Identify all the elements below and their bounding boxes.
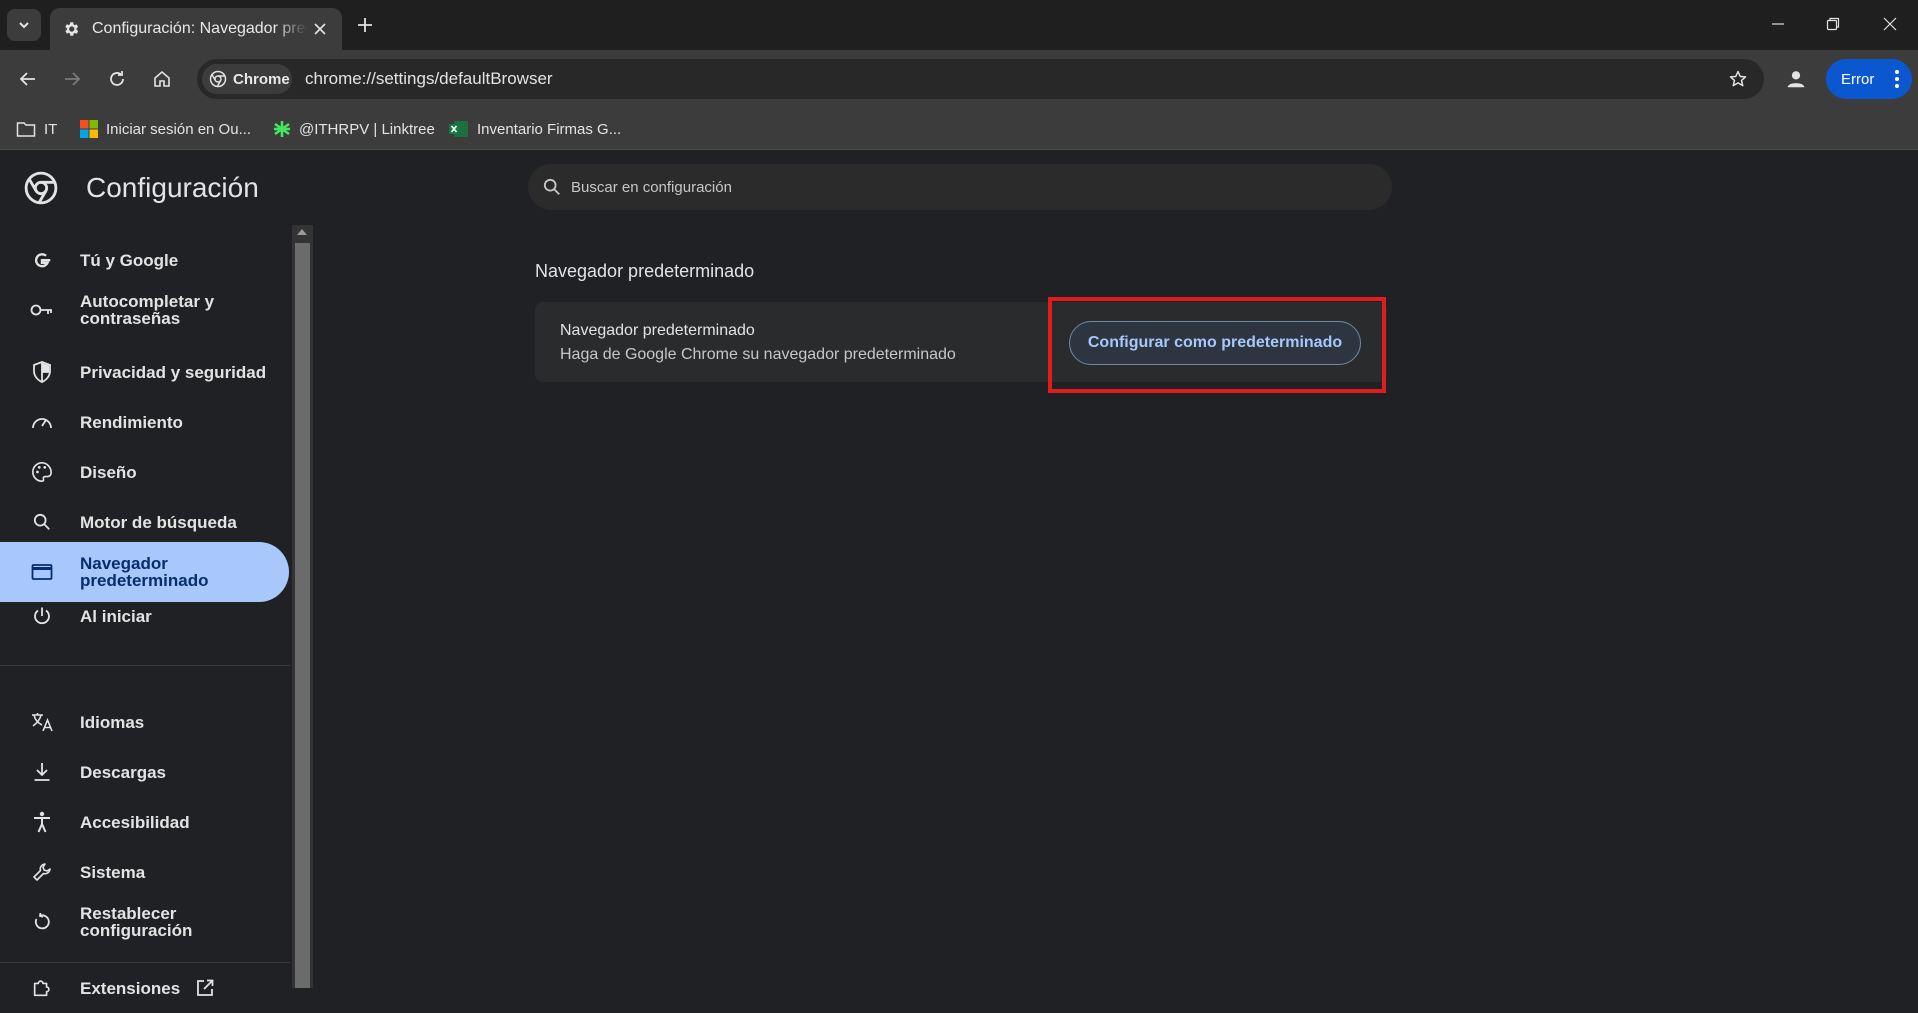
close-window-button[interactable] xyxy=(1870,6,1910,42)
bookmark-label: @ITHRPV | Linktree xyxy=(299,120,435,138)
sidebar-item-label: Accesibilidad xyxy=(80,812,190,832)
profile-button[interactable] xyxy=(1780,63,1812,95)
puzzle-icon xyxy=(30,976,54,1000)
linktree-icon xyxy=(273,120,291,138)
translate-icon xyxy=(30,710,54,734)
search-icon xyxy=(543,178,560,195)
bookmark-label: Inventario Firmas G... xyxy=(477,120,622,138)
site-info-chip[interactable]: Chrome xyxy=(202,64,292,94)
sidebar-item-label: Restablecer configuración xyxy=(80,904,193,940)
section-title: Navegador predeterminado xyxy=(535,261,755,281)
sidebar-item-autofill[interactable]: Autocompletar y contraseñas xyxy=(0,280,289,340)
bookmark-label: Iniciar sesión en Ou... xyxy=(106,120,252,138)
bookmark-linktree[interactable]: @ITHRPV | Linktree xyxy=(273,117,435,141)
sidebar-item-label: Extensiones xyxy=(80,978,181,998)
sidebar-scrollbar[interactable] xyxy=(292,225,313,988)
wrench-icon xyxy=(30,860,54,884)
page-title: Configuración xyxy=(86,172,259,203)
open-in-new-icon xyxy=(195,978,215,1003)
speedometer-icon xyxy=(30,410,54,434)
bookmark-outlook[interactable]: Iniciar sesión en Ou... xyxy=(80,117,251,141)
plus-icon xyxy=(358,18,372,32)
sidebar-item-label: Tú y Google xyxy=(80,250,179,270)
close-icon xyxy=(1883,17,1897,31)
close-icon xyxy=(314,23,326,35)
sidebar-item-label: Autocompletar y contraseñas xyxy=(80,292,215,328)
active-tab[interactable]: Configuración: Navegador predeterminado xyxy=(50,8,342,50)
arrow-right-icon xyxy=(65,72,81,86)
restore-window-icon xyxy=(1826,17,1840,31)
chrome-logo-icon xyxy=(209,70,227,88)
browser-toolbar: Chrome chrome://settings/defaultBrowser … xyxy=(0,50,1918,108)
person-icon xyxy=(1787,71,1805,88)
bookmark-inventario[interactable]: Inventario Firmas G... xyxy=(449,117,621,141)
sidebar-item-label: Al iniciar xyxy=(80,606,152,626)
card-subtitle: Haga de Google Chrome su navegador prede… xyxy=(560,346,956,363)
power-icon xyxy=(30,604,54,628)
sidebar-item-label: Rendimiento xyxy=(80,412,183,432)
download-icon xyxy=(30,760,54,784)
bookmarks-bar: IT Iniciar sesión en Ou... @ITHRPV | Lin… xyxy=(0,108,1918,150)
minimize-button[interactable] xyxy=(1758,6,1798,42)
error-menu-button[interactable]: Error xyxy=(1826,59,1912,99)
sidebar-item-extensions[interactable]: Extensiones xyxy=(0,963,289,1013)
home-icon xyxy=(154,70,170,87)
chip-label: Chrome xyxy=(233,70,290,88)
reload-icon xyxy=(110,71,124,86)
sidebar-item-label: Navegador predeterminado xyxy=(80,554,209,590)
reload-button[interactable] xyxy=(101,63,133,95)
settings-header: Configuración xyxy=(24,171,259,205)
settings-search[interactable] xyxy=(528,164,1392,210)
scroll-up-arrow-icon[interactable] xyxy=(297,229,307,235)
settings-sidebar: Tú y Google Autocompletar y contraseñas … xyxy=(0,225,290,997)
shield-icon xyxy=(30,360,54,384)
sidebar-item-label: Descargas xyxy=(80,762,167,782)
bookmark-star-button[interactable] xyxy=(1726,67,1750,91)
google-icon xyxy=(30,248,54,272)
search-icon xyxy=(30,510,54,534)
accessibility-icon xyxy=(30,810,54,834)
minimize-icon xyxy=(1772,23,1784,25)
sidebar-item-label: Sistema xyxy=(80,862,146,882)
excel-icon xyxy=(449,120,469,138)
star-icon xyxy=(1729,70,1747,87)
url-text[interactable]: chrome://settings/defaultBrowser xyxy=(305,69,553,89)
sidebar-item-label: Diseño xyxy=(80,462,137,482)
chrome-logo-icon xyxy=(24,171,58,205)
scrollbar-thumb[interactable] xyxy=(295,243,310,988)
palette-icon xyxy=(30,460,54,484)
microsoft-icon xyxy=(80,120,98,138)
browser-window-icon xyxy=(30,560,54,584)
folder-icon xyxy=(16,120,36,138)
back-button[interactable] xyxy=(12,63,44,95)
bookmark-folder-it[interactable]: IT xyxy=(16,117,57,141)
error-label: Error xyxy=(1841,70,1875,88)
new-tab-button[interactable] xyxy=(352,12,378,38)
tab-title: Configuración: Navegador predeterminado xyxy=(92,20,307,37)
restore-icon xyxy=(30,910,54,934)
arrow-left-icon xyxy=(19,72,35,86)
sidebar-item-label: Privacidad y seguridad xyxy=(80,362,267,382)
bookmark-label: IT xyxy=(44,120,58,138)
sidebar-item-on-startup[interactable]: Al iniciar xyxy=(0,586,289,646)
restore-button[interactable] xyxy=(1813,6,1853,42)
gear-icon xyxy=(65,22,79,36)
address-bar[interactable]: Chrome chrome://settings/defaultBrowser xyxy=(197,59,1764,99)
tab-search-button[interactable] xyxy=(7,9,41,41)
set-as-default-button[interactable]: Configurar como predeterminado xyxy=(1069,321,1361,365)
settings-page: Configuración Tú y Google Autocompletar … xyxy=(0,151,1918,997)
sidebar-item-reset-settings[interactable]: Restablecer configuración xyxy=(0,892,289,952)
tab-close-button[interactable] xyxy=(310,19,330,39)
card-title: Navegador predeterminado xyxy=(560,322,755,339)
sidebar-item-label: Idiomas xyxy=(80,712,145,732)
home-button[interactable] xyxy=(146,63,178,95)
search-input[interactable] xyxy=(571,178,1351,196)
sidebar-item-label: Motor de búsqueda xyxy=(80,512,237,532)
chevron-down-icon xyxy=(19,22,29,29)
forward-button[interactable] xyxy=(56,63,88,95)
title-bar: Configuración: Navegador predeterminado xyxy=(0,0,1918,50)
more-vert-icon xyxy=(1895,70,1899,88)
key-icon xyxy=(30,298,54,322)
sidebar-divider xyxy=(0,665,290,666)
